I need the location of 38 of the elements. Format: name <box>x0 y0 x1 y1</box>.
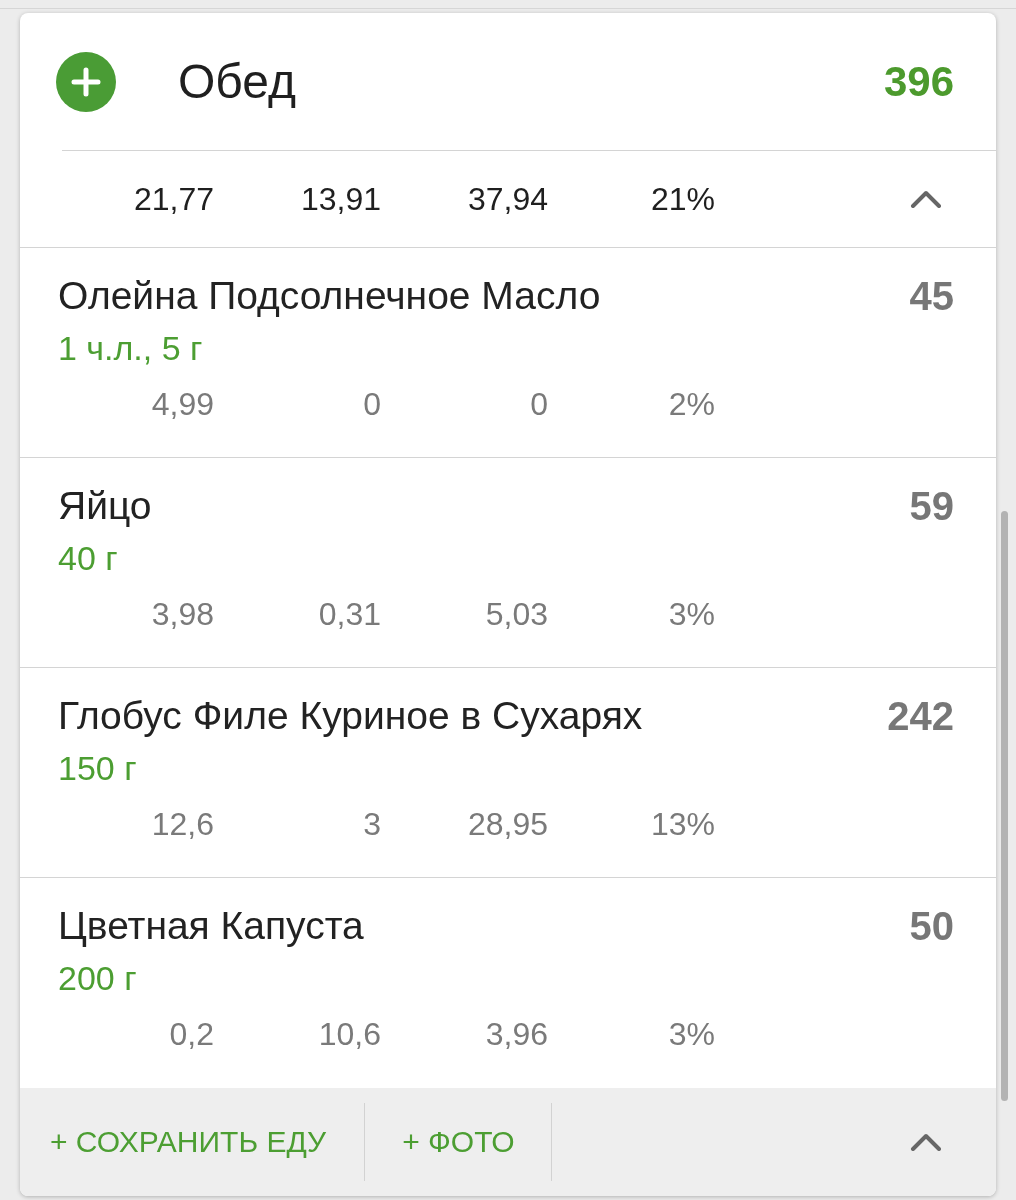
add-icon[interactable] <box>56 51 116 112</box>
food-calories: 59 <box>909 484 954 528</box>
food-amount: 200 г <box>58 959 137 997</box>
total-value: 37,94 <box>466 181 548 217</box>
nutrient-value: 0 <box>529 386 548 422</box>
nutrient-value: 5,03 <box>484 596 548 632</box>
nutrient-value: 28,95 <box>466 806 548 842</box>
food-calories: 45 <box>909 274 954 318</box>
nutrient-value: 0,31 <box>317 596 381 632</box>
food-calories: 242 <box>887 694 954 738</box>
nutrient-value: 12,6 <box>150 806 214 842</box>
total-value: 13,91 <box>299 181 381 217</box>
collapse-icon[interactable] <box>910 190 942 208</box>
nutrient-value: 3,98 <box>150 596 214 632</box>
nutrient-value: 0 <box>362 386 381 422</box>
food-name[interactable]: Яйцо <box>58 484 152 528</box>
nutrient-value: 10,6 <box>317 1016 381 1052</box>
nutrient-value: 13% <box>649 806 715 842</box>
nutrient-value: 3,96 <box>484 1016 548 1052</box>
food-amount: 40 г <box>58 539 118 577</box>
total-value: 21,77 <box>132 181 214 217</box>
food-calories: 50 <box>909 904 954 948</box>
scrollbar-thumb[interactable] <box>1001 511 1008 1101</box>
nutrient-value: 4,99 <box>150 386 214 422</box>
collapse-icon[interactable] <box>910 1133 942 1151</box>
total-value: 21% <box>649 181 715 217</box>
nutrient-value: 3% <box>667 596 715 632</box>
meal-calories: 396 <box>883 57 954 106</box>
food-amount: 150 г <box>58 749 137 787</box>
food-name[interactable]: Глобус Филе Куриное в Сухарях <box>58 694 643 738</box>
food-name[interactable]: Олейна Подсолнечное Масло <box>58 274 601 318</box>
nutrient-value: 3% <box>667 1016 715 1052</box>
food-amount: 1 ч.л., 5 г <box>58 329 203 367</box>
food-name[interactable]: Цветная Капуста <box>58 904 364 948</box>
meal-title: Обед <box>178 53 296 110</box>
nutrient-value: 3 <box>362 806 381 842</box>
nutrient-value: 0,2 <box>168 1016 214 1052</box>
nutrient-value: 2% <box>667 386 715 422</box>
